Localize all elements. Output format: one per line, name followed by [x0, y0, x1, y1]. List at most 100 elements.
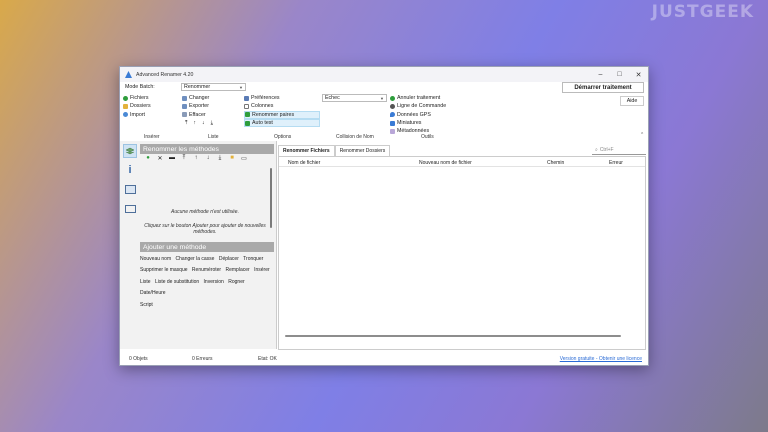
method-link[interactable]: Déplacer [219, 256, 239, 262]
column-header[interactable]: Nom de fichier [288, 160, 320, 166]
folder-panel-icon[interactable] [123, 201, 137, 215]
toggle-method-icon[interactable]: ▬ [166, 155, 178, 162]
columns-icon [244, 103, 249, 109]
methods-panel: i Renommer les méthodes ● ✕ ▬ ⤒ ↑ ↓ ⤓ ■ … [120, 141, 277, 349]
batch-mode-label: Mode Batch: [125, 84, 155, 90]
status-bar: 0 Objets 0 Erreurs Etat: OK Version grat… [120, 353, 648, 365]
methods-header: Renommer les méthodes [140, 144, 274, 154]
info-icon[interactable]: i [123, 163, 137, 177]
app-logo-icon [125, 71, 132, 78]
move-up-icon[interactable]: ↑ [190, 155, 202, 162]
add-method-icon[interactable]: ● [142, 155, 154, 162]
ribbon-group-options: Options [274, 134, 292, 140]
status-state: Etat: OK [258, 356, 277, 362]
change-button[interactable]: Changer [182, 94, 213, 102]
import-button[interactable]: Import [123, 111, 151, 119]
methods-toolbar: ● ✕ ▬ ⤒ ↑ ↓ ⤓ ■ ▭ [142, 155, 250, 162]
auto-test-toggle[interactable]: Auto test [244, 118, 320, 128]
move-bottom-icon[interactable]: ⤓ [214, 155, 226, 162]
ribbon-group-collision: Collision de Nom [336, 134, 374, 140]
maximize-icon[interactable]: □ [610, 67, 629, 82]
options-group: Préférences Colonnes Renommer paires Aut… [244, 94, 320, 128]
method-link[interactable]: Renuméroter [192, 267, 221, 273]
methods-scrollbar[interactable] [270, 168, 272, 228]
minimize-icon[interactable]: – [591, 67, 610, 82]
rename-pairs-toggle[interactable]: Renommer paires [244, 110, 320, 119]
checkbox-checked-icon [245, 120, 250, 126]
erase-icon [182, 112, 187, 118]
add-folders-button[interactable]: Dossiers [123, 102, 151, 110]
empty-methods-hint: Cliquez sur le bouton Ajouter pour ajout… [144, 223, 266, 235]
column-header[interactable]: Erreur [609, 160, 623, 166]
batch-mode-select[interactable]: Renommer ▼ [181, 83, 246, 91]
ribbon-group-tools: Outils [421, 134, 434, 140]
ribbon-group-insert: Insérer [144, 134, 160, 140]
thumbnails-button[interactable]: Miniatures [390, 119, 446, 127]
move-top-icon[interactable]: ⤒ [178, 155, 190, 162]
method-link[interactable]: Script [140, 302, 153, 308]
chevron-down-icon: ▼ [239, 84, 243, 90]
name-collision-select[interactable]: Echec ▼ [322, 94, 387, 102]
license-link[interactable]: Version gratuite - Obtenir une licence [560, 356, 642, 362]
gear-icon [390, 103, 395, 109]
method-link[interactable]: Changer la casse [176, 256, 215, 262]
column-header[interactable]: Chemin [547, 160, 564, 166]
search-icon: ⌕ [595, 147, 598, 153]
method-link[interactable]: Nouveau nom [140, 256, 171, 262]
move-bottom-icon[interactable]: ⤓ [211, 120, 213, 127]
undo-batch-button[interactable]: Annuler traitement [390, 94, 446, 102]
ribbon-group-list: Liste [208, 134, 219, 140]
search-input[interactable]: ⌕ Ctrl+F [592, 146, 646, 155]
add-files-button[interactable]: Fichiers [123, 94, 151, 102]
close-icon[interactable]: ✕ [629, 67, 648, 82]
gps-data-button[interactable]: Données GPS [390, 111, 446, 119]
save-preset-icon[interactable]: ▭ [238, 155, 250, 162]
start-batch-button[interactable]: Démarrer traitement [562, 82, 644, 93]
export-button[interactable]: Exporter [182, 102, 213, 110]
status-errors: 0 Erreurs [192, 356, 213, 362]
batch-mode-row: Mode Batch: Renommer ▼ [125, 83, 246, 91]
metadata-button[interactable]: Métadonnées [390, 127, 446, 135]
status-objects: 0 Objets [129, 356, 148, 362]
list-edit-icon [182, 95, 187, 101]
image-panel-icon[interactable] [123, 182, 137, 196]
method-link[interactable]: Supprimer le masque [140, 267, 188, 273]
method-link[interactable]: Remplacer [226, 267, 250, 273]
open-folder-icon[interactable]: ■ [226, 155, 238, 162]
method-link[interactable]: Rogner [228, 279, 244, 285]
methods-layers-icon[interactable] [123, 144, 137, 158]
location-pin-icon [390, 112, 395, 118]
plus-circle-icon [123, 95, 128, 101]
collapse-ribbon-icon[interactable]: ⌃ [640, 132, 644, 138]
table-h-scrollbar[interactable] [285, 335, 621, 337]
method-link[interactable]: Inversion [204, 279, 224, 285]
move-up-icon[interactable]: ↑ [193, 120, 196, 126]
method-list: Nouveau nom Changer la casse Déplacer Tr… [140, 254, 274, 311]
remove-method-icon[interactable]: ✕ [154, 155, 166, 162]
method-link[interactable]: Liste de substitution [155, 279, 199, 285]
title-bar: Advanced Renamer 4.20 – □ ✕ [120, 67, 648, 82]
preferences-button[interactable]: Préférences [244, 94, 320, 102]
column-header[interactable]: Nouveau nom de fichier [419, 160, 472, 166]
watermark: JUSTGEEK [651, 2, 754, 22]
search-placeholder: Ctrl+F [599, 147, 614, 153]
tools-group: Annuler traitement Ligne de Commande Don… [390, 94, 446, 135]
method-link[interactable]: Liste [140, 279, 151, 285]
empty-methods-message: Aucune méthode n'est utilisée. [171, 209, 239, 215]
move-down-icon[interactable]: ↓ [202, 155, 214, 162]
method-link[interactable]: Date/Heure [140, 290, 166, 296]
help-button[interactable]: Aide [620, 96, 644, 106]
import-icon [123, 112, 128, 118]
move-top-icon[interactable]: ⤒ [185, 120, 187, 127]
metadata-icon [390, 128, 395, 134]
method-link[interactable]: Insérer [254, 267, 270, 273]
files-panel: Renommer Fichiers Renommer Dossiers ⌕ Ct… [278, 142, 648, 350]
move-down-icon[interactable]: ↓ [202, 120, 205, 126]
chevron-down-icon: ▼ [380, 95, 384, 101]
method-link[interactable]: Tronquer [243, 256, 263, 262]
clear-button[interactable]: Effacer [182, 111, 213, 119]
checkbox-checked-icon [245, 112, 250, 118]
move-arrows: ⤒ ↑ ↓ ⤓ [182, 119, 213, 127]
columns-button[interactable]: Colonnes [244, 102, 320, 110]
command-line-button[interactable]: Ligne de Commande [390, 102, 446, 110]
